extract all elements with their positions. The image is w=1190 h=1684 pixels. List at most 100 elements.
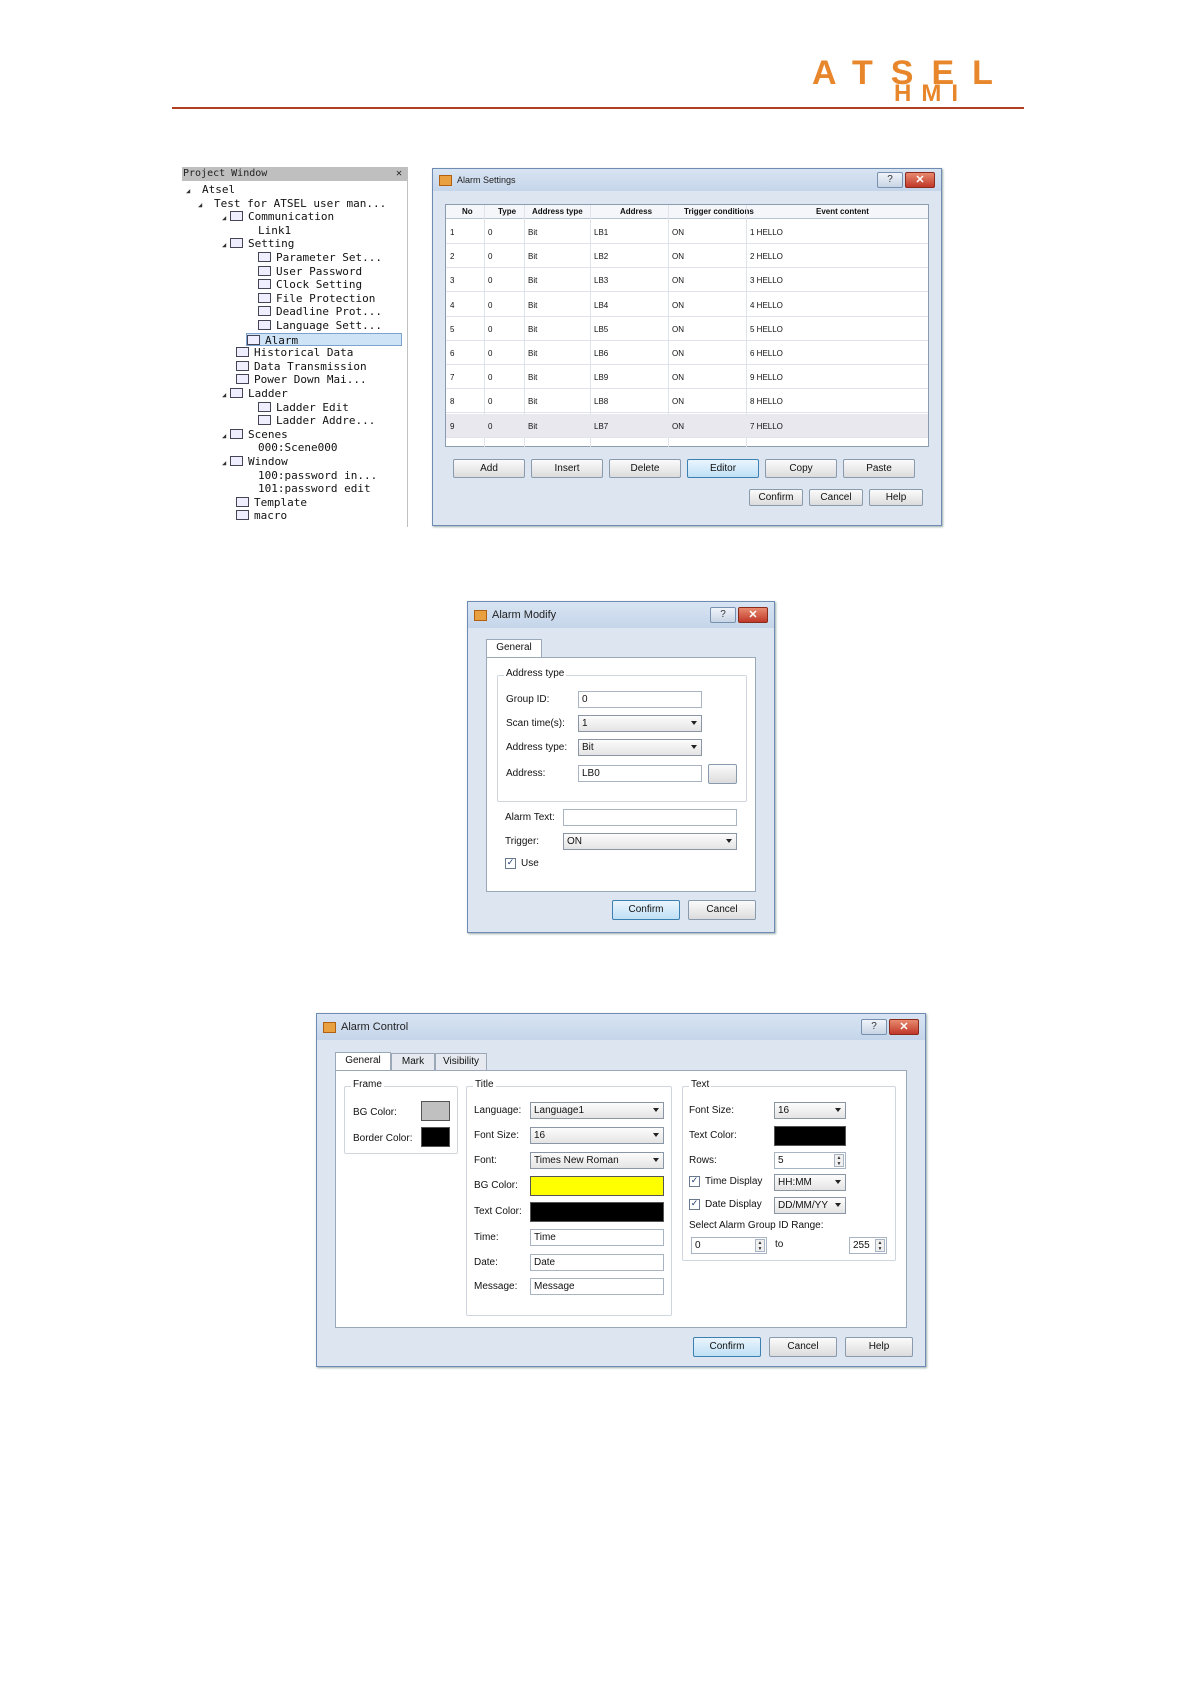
tree-toggle-icon[interactable]: ◢ xyxy=(222,430,230,443)
alarm-text-input[interactable] xyxy=(563,809,737,826)
help-button[interactable]: Help xyxy=(869,489,923,506)
spin-arrows-icon[interactable]: ▲ ▼ xyxy=(875,1239,885,1252)
date-display-checkbox[interactable]: ✓ xyxy=(689,1199,700,1210)
confirm-button[interactable]: Confirm xyxy=(749,489,803,506)
help-button[interactable]: Help xyxy=(845,1337,913,1357)
editor-button[interactable]: Editor xyxy=(687,459,759,478)
table-row[interactable]: 1 0 Bit LB1 ON 1 HELLO xyxy=(446,220,928,244)
cancel-button[interactable]: Cancel xyxy=(769,1337,837,1357)
table-row[interactable]: 3 0 Bit LB3 ON 3 HELLO xyxy=(446,268,928,293)
tree-toggle-icon[interactable]: ◢ xyxy=(186,185,194,198)
tree-item[interactable]: Parameter Set... xyxy=(258,251,382,264)
tree-item[interactable]: ◢ Communication xyxy=(222,210,334,223)
tree-item[interactable]: User Password xyxy=(258,265,362,278)
date-input[interactable]: Date xyxy=(530,1254,664,1271)
range-to-stepper[interactable]: 255 ▲ ▼ xyxy=(849,1237,887,1254)
trigger-select[interactable]: ON xyxy=(563,833,737,850)
table-cell: Bit xyxy=(528,324,538,334)
delete-button[interactable]: Delete xyxy=(609,459,681,478)
rows-stepper[interactable]: 5 ▲ ▼ xyxy=(774,1152,846,1169)
close-icon[interactable]: ✕ xyxy=(889,1019,919,1035)
table-row[interactable]: 5 0 Bit LB5 ON 5 HELLO xyxy=(446,317,928,341)
tree-item[interactable]: ◢ Atsel xyxy=(186,183,235,196)
frame-bg-color-swatch[interactable] xyxy=(421,1101,450,1121)
tree-toggle-icon[interactable]: ◢ xyxy=(222,239,230,252)
close-icon[interactable]: ✕ xyxy=(738,607,768,623)
confirm-button[interactable]: Confirm xyxy=(612,900,680,920)
table-row[interactable]: 4 0 Bit LB4 ON 4 HELLO xyxy=(446,293,928,317)
tree-item[interactable]: Deadline Prot... xyxy=(258,305,382,318)
tree-item[interactable]: Ladder Edit xyxy=(258,401,349,414)
insert-button[interactable]: Insert xyxy=(531,459,603,478)
alarm-table[interactable]: No Type Address type Address Trigger con… xyxy=(445,204,929,448)
tree-item[interactable]: 000:Scene000 xyxy=(258,441,337,454)
tree-item[interactable]: 101:password edit xyxy=(258,482,371,495)
close-icon[interactable]: ✕ xyxy=(396,167,402,181)
use-checkbox[interactable]: ✓ xyxy=(505,858,516,869)
tree-item[interactable]: ◢ Setting xyxy=(222,237,294,250)
tree-item[interactable]: Alarm xyxy=(246,332,402,347)
table-cell: ON xyxy=(672,373,684,383)
tab-visibility[interactable]: Visibility xyxy=(435,1053,487,1070)
range-from-stepper[interactable]: 0 ▲ ▼ xyxy=(691,1237,767,1254)
tab-general[interactable]: General xyxy=(486,639,542,657)
table-row[interactable]: 7 0 Bit LB9 ON 9 HELLO xyxy=(446,365,928,390)
address-input[interactable]: LB0 xyxy=(578,765,702,782)
text-font-size-select[interactable]: 16 xyxy=(774,1102,846,1119)
table-row[interactable]: 8 0 Bit LB8 ON 8 HELLO xyxy=(446,389,928,414)
tree-item[interactable]: Data Transmission xyxy=(236,360,367,373)
tree-item[interactable]: ◢ Ladder xyxy=(222,387,288,400)
tree-item[interactable]: File Protection xyxy=(258,292,375,305)
table-row[interactable]: 6 0 Bit LB6 ON 6 HELLO xyxy=(446,341,928,365)
tree-toggle-icon[interactable]: ◢ xyxy=(222,389,230,402)
text-color-swatch[interactable] xyxy=(774,1126,846,1146)
tree-item[interactable]: ◢ Test for ATSEL user man... xyxy=(198,197,386,210)
tree-item[interactable]: ◢ Scenes xyxy=(222,428,288,441)
tree-item[interactable]: 100:password in... xyxy=(258,469,377,482)
date-display-select[interactable]: DD/MM/YY xyxy=(774,1197,846,1214)
tree-toggle-icon[interactable]: ◢ xyxy=(222,212,230,225)
title-font-size-select[interactable]: 16 xyxy=(530,1127,664,1144)
tab-mark[interactable]: Mark xyxy=(391,1053,435,1070)
tree-item[interactable]: Power Down Mai... xyxy=(236,373,367,386)
cancel-button[interactable]: Cancel xyxy=(809,489,863,506)
address-type-select[interactable]: Bit xyxy=(578,739,702,756)
close-icon[interactable]: ✕ xyxy=(905,172,935,188)
tree-item[interactable]: Clock Setting xyxy=(258,278,362,291)
table-row[interactable]: 2 0 Bit LB2 ON 2 HELLO xyxy=(446,244,928,269)
paste-button[interactable]: Paste xyxy=(843,459,915,478)
add-button[interactable]: Add xyxy=(453,459,525,478)
tree-item[interactable]: macro xyxy=(236,509,287,522)
confirm-button[interactable]: Confirm xyxy=(693,1337,761,1357)
tree-item[interactable]: Template xyxy=(236,496,307,509)
title-text-color-swatch[interactable] xyxy=(530,1202,664,1222)
tree-item[interactable]: Link1 xyxy=(258,224,291,237)
frame-border-color-swatch[interactable] xyxy=(421,1127,450,1147)
help-icon[interactable]: ? xyxy=(861,1019,887,1035)
scan-time-select[interactable]: 1 xyxy=(578,715,702,732)
help-icon[interactable]: ? xyxy=(710,607,736,623)
tree-toggle-icon[interactable]: ◢ xyxy=(198,199,206,212)
time-display-select[interactable]: HH:MM xyxy=(774,1174,846,1191)
tab-general[interactable]: General xyxy=(335,1052,391,1070)
title-bg-color-swatch[interactable] xyxy=(530,1176,664,1196)
tree-item[interactable]: ◢ Window xyxy=(222,455,288,468)
cancel-button[interactable]: Cancel xyxy=(688,900,756,920)
group-id-input[interactable]: 0 xyxy=(578,691,702,708)
tree-toggle-icon[interactable]: ◢ xyxy=(222,457,230,470)
tree-item[interactable]: Historical Data xyxy=(236,346,353,359)
copy-button[interactable]: Copy xyxy=(765,459,837,478)
time-input[interactable]: Time xyxy=(530,1229,664,1246)
language-select[interactable]: Language1 xyxy=(530,1102,664,1119)
atsel-hmi-logo: ATSEL HMI xyxy=(812,50,1022,108)
spin-arrows-icon[interactable]: ▲ ▼ xyxy=(755,1239,765,1252)
spin-arrows-icon[interactable]: ▲ ▼ xyxy=(834,1154,844,1167)
help-icon[interactable]: ? xyxy=(877,172,903,188)
message-input[interactable]: Message xyxy=(530,1278,664,1295)
font-select[interactable]: Times New Roman xyxy=(530,1152,664,1169)
address-picker-button[interactable] xyxy=(708,764,737,784)
table-row[interactable]: 9 0 Bit LB7 ON 7 HELLO xyxy=(446,413,928,438)
tree-item[interactable]: Language Sett... xyxy=(258,319,382,332)
tree-item[interactable]: Ladder Addre... xyxy=(258,414,375,427)
time-display-checkbox[interactable]: ✓ xyxy=(689,1176,700,1187)
